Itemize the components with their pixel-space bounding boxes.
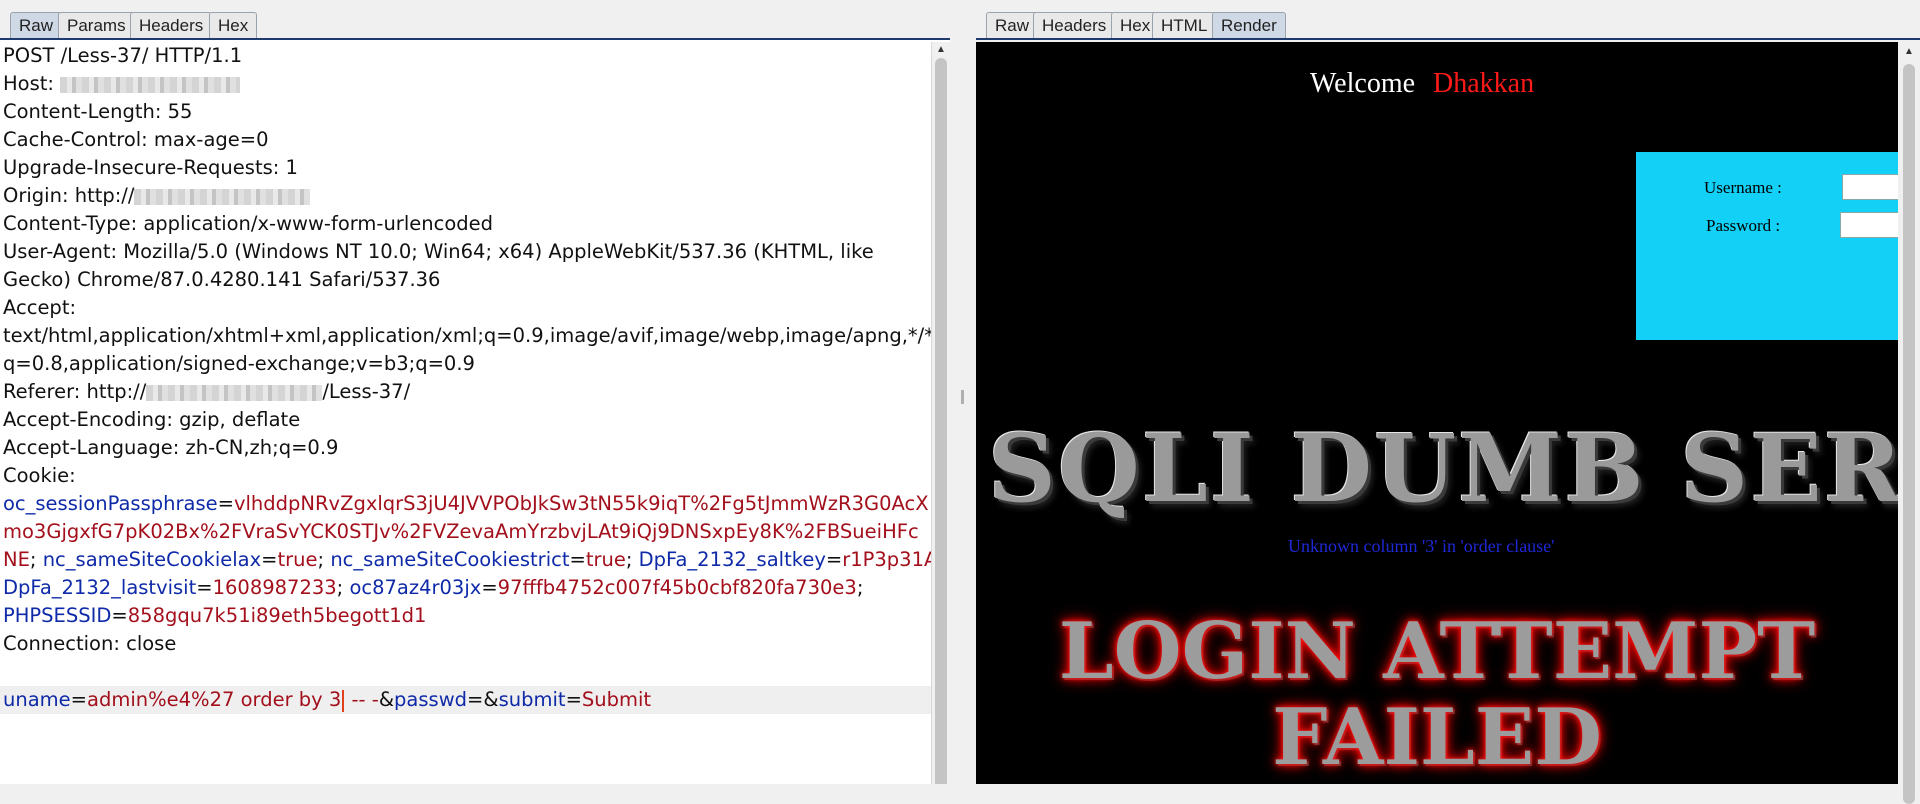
pane-splitter[interactable]: [950, 0, 976, 784]
redacted-origin: [134, 188, 311, 205]
splitter-grip-icon[interactable]: [961, 390, 964, 404]
accept-language-header: Accept-Language: zh-CN,zh;q=0.9: [3, 436, 339, 459]
upgrade-header: Upgrade-Insecure-Requests: 1: [3, 156, 298, 179]
request-body[interactable]: uname=admin%e4%27 order by 3 -- -&passwd…: [3, 686, 651, 714]
password-label: Password :: [1706, 216, 1781, 235]
tab-html[interactable]: HTML: [1152, 12, 1217, 38]
user-name: Dhakkan: [1433, 68, 1535, 99]
accept-value: text/html,application/xhtml+xml,applicat…: [3, 324, 941, 347]
request-editor[interactable]: POST /Less-37/ HTTP/1.1 Host: Content-Le…: [0, 42, 944, 784]
user-agent-header: User-Agent: Mozilla/5.0 (Windows NT 10.0…: [3, 240, 874, 263]
request-line: POST /Less-37/ HTTP/1.1: [3, 44, 243, 67]
tab-headers[interactable]: Headers: [130, 12, 213, 38]
scrollbar-thumb[interactable]: [1903, 64, 1915, 804]
accept-value-cont: q=0.8,application/signed-exchange;v=b3;q…: [3, 352, 475, 375]
response-pane: Raw Headers Hex HTML Render Welcome Dhakk…: [976, 0, 1920, 804]
accept-encoding-header: Accept-Encoding: gzip, deflate: [3, 408, 301, 431]
username-label: Username :: [1704, 178, 1782, 197]
password-input[interactable]: [1840, 212, 1898, 238]
login-failed-line-1: LOGIN ATTEMPT: [1058, 606, 1816, 697]
redacted-referer: [146, 384, 323, 401]
referer-header: Referer: http:///Less-37/: [3, 380, 411, 403]
tab-params[interactable]: Params: [58, 12, 135, 38]
welcome-text: Welcome Dhakkan: [1310, 68, 1535, 99]
host-header: Host:: [3, 70, 241, 98]
cookie-line-3: NE; nc_sameSiteCookielax=true; nc_sameSi…: [3, 548, 944, 571]
cookie-line-4: DpFa_2132_lastvisit=1608987233; oc87az4r…: [3, 576, 864, 599]
connection-header: Connection: close: [3, 632, 177, 655]
request-pane: Raw Params Headers Hex POST /Less-37/ HT…: [0, 0, 950, 784]
login-form: Username : Password :: [1636, 152, 1898, 340]
tab-render[interactable]: Render: [1212, 12, 1286, 38]
cookie-line-5: PHPSESSID=858gqu7k51i89eth5begott1d1: [3, 604, 427, 627]
scrollbar-thumb[interactable]: [935, 58, 947, 784]
content-type-header: Content-Type: application/x-www-form-url…: [3, 212, 494, 235]
cookie-line-2: mo3GjgxfG7pK02Bx%2FVraSvYCK0STJv%2FVZeva…: [3, 520, 919, 543]
redacted-host: [60, 76, 241, 93]
user-agent-header-cont: Gecko) Chrome/87.0.4280.141 Safari/537.3…: [3, 268, 441, 291]
tab-raw[interactable]: Raw: [986, 12, 1039, 38]
sqli-banner: SQLI DUMB SERIES: [988, 414, 1898, 524]
content-length-header: Content-Length: 55: [3, 100, 193, 123]
scroll-up-arrow-icon[interactable]: ▲: [1904, 46, 1914, 57]
text-caret: [342, 689, 345, 712]
response-scrollbar[interactable]: ▲: [1898, 42, 1920, 804]
request-scrollbar[interactable]: ▲: [931, 42, 950, 784]
tab-hex[interactable]: Hex: [209, 12, 258, 38]
request-tab-bar: Raw Params Headers Hex: [0, 0, 950, 40]
username-input[interactable]: [1842, 174, 1898, 200]
cache-control-header: Cache-Control: max-age=0: [3, 128, 269, 151]
sql-error-message: Unknown column '3' in 'order clause': [1288, 536, 1555, 556]
cookie-header: Cookie:: [3, 464, 76, 487]
tab-headers[interactable]: Headers: [1033, 12, 1116, 38]
rendered-page: Welcome Dhakkan Username : Password : SQL…: [976, 42, 1898, 784]
cookie-line-1: oc_sessionPassphrase=vlhddpNRvZgxlqrS3jU…: [3, 492, 929, 515]
accept-header: Accept:: [3, 296, 77, 319]
scroll-up-arrow-icon[interactable]: ▲: [936, 44, 946, 55]
origin-header: Origin: http://: [3, 182, 311, 210]
login-failed-line-2: FAILED: [1272, 692, 1602, 783]
response-tab-bar: Raw Headers Hex HTML Render: [976, 0, 1920, 40]
tab-raw[interactable]: Raw: [10, 12, 63, 38]
